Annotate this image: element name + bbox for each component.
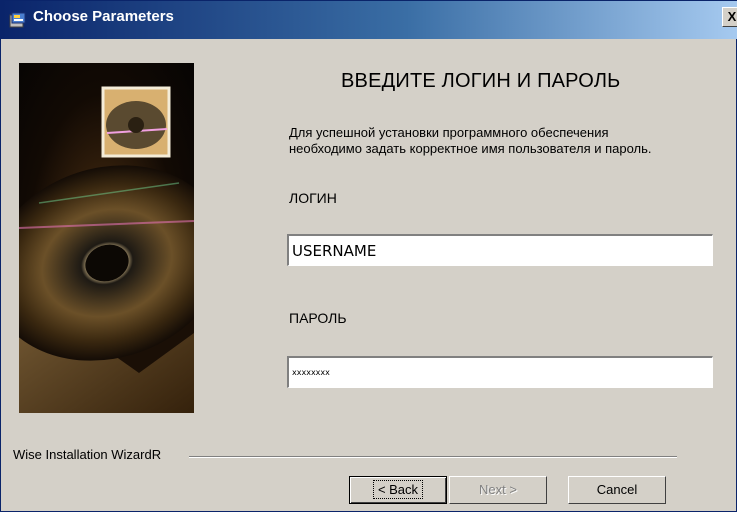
next-button-label: Next > xyxy=(479,482,517,497)
back-button[interactable]: < Back xyxy=(349,476,447,504)
login-label: ЛОГИН xyxy=(289,190,337,206)
banner-image xyxy=(19,63,194,413)
login-input[interactable] xyxy=(287,234,713,266)
cancel-button-label: Cancel xyxy=(596,482,638,497)
close-button[interactable]: X xyxy=(722,7,737,27)
back-button-label: < Back xyxy=(372,480,424,499)
password-label: ПАРОЛЬ xyxy=(289,310,347,326)
next-button[interactable]: Next > xyxy=(449,476,547,504)
footer-brand: Wise Installation WizardR xyxy=(13,447,162,462)
cd-disc-icon xyxy=(19,86,194,413)
window-title: Choose Parameters xyxy=(33,8,174,25)
title-bar[interactable]: Choose Parameters X xyxy=(1,1,737,39)
cancel-button[interactable]: Cancel xyxy=(568,476,666,504)
installer-window: Choose Parameters X ВВЕДИТЕ ЛОГИН И ПАРО… xyxy=(0,0,737,512)
footer-separator xyxy=(189,456,677,458)
close-icon: X xyxy=(727,9,737,24)
description-text: Для успешной установки программного обес… xyxy=(289,125,652,156)
installer-app-icon xyxy=(9,12,26,28)
password-input[interactable] xyxy=(287,356,713,388)
page-heading: ВВЕДИТЕ ЛОГИН И ПАРОЛЬ xyxy=(341,70,621,92)
